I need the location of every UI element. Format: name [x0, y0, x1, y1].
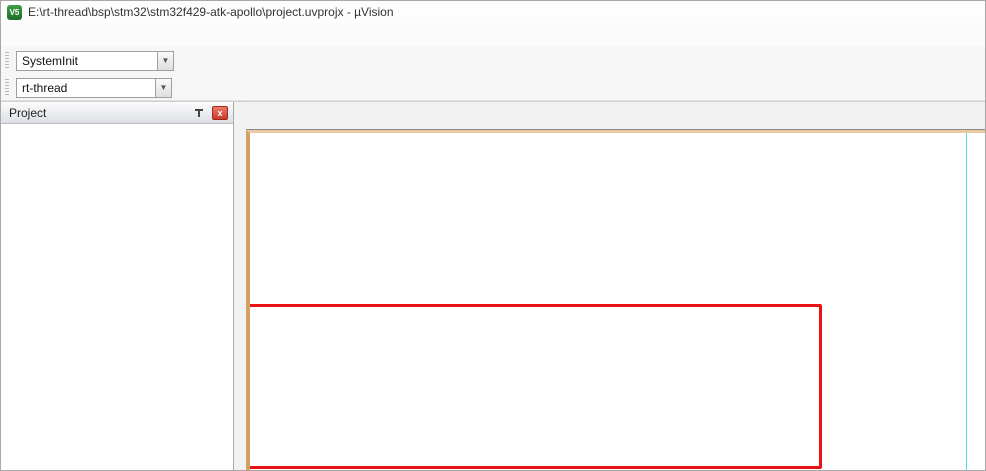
project-panel-title: Project	[9, 106, 46, 120]
toolbar-main: ▼	[1, 46, 985, 75]
target-combo-dropdown-icon[interactable]: ▼	[155, 78, 172, 98]
uvision-window: E:\rt-thread\bsp\stm32\stm32f429-atk-apo…	[0, 0, 986, 471]
title-bar: E:\rt-thread\bsp\stm32\stm32f429-atk-apo…	[1, 1, 985, 23]
target-select-combo[interactable]	[16, 78, 156, 98]
uvision-logo-icon	[7, 5, 22, 20]
main-area: Project x	[1, 101, 985, 470]
panel-splitter[interactable]	[234, 102, 246, 470]
function-combo-dropdown-icon[interactable]: ▼	[157, 51, 174, 71]
current-function-combo[interactable]	[16, 51, 158, 71]
project-tree	[1, 124, 233, 470]
code-area[interactable]	[246, 130, 985, 470]
red-highlight-annotation	[246, 304, 822, 469]
column-guide	[966, 133, 967, 470]
toolbar-build: ▼	[1, 75, 985, 101]
window-title: E:\rt-thread\bsp\stm32\stm32f429-atk-apo…	[28, 5, 394, 19]
toolbar-grip[interactable]	[5, 52, 9, 70]
toolbar-grip[interactable]	[5, 79, 9, 97]
project-panel-header: Project x	[1, 102, 233, 124]
project-panel: Project x	[1, 102, 234, 470]
menu-bar	[1, 23, 985, 46]
editor-tab-bar	[246, 102, 985, 130]
pin-icon[interactable]	[193, 106, 205, 119]
editor-window	[246, 102, 985, 470]
close-icon[interactable]: x	[212, 106, 228, 120]
